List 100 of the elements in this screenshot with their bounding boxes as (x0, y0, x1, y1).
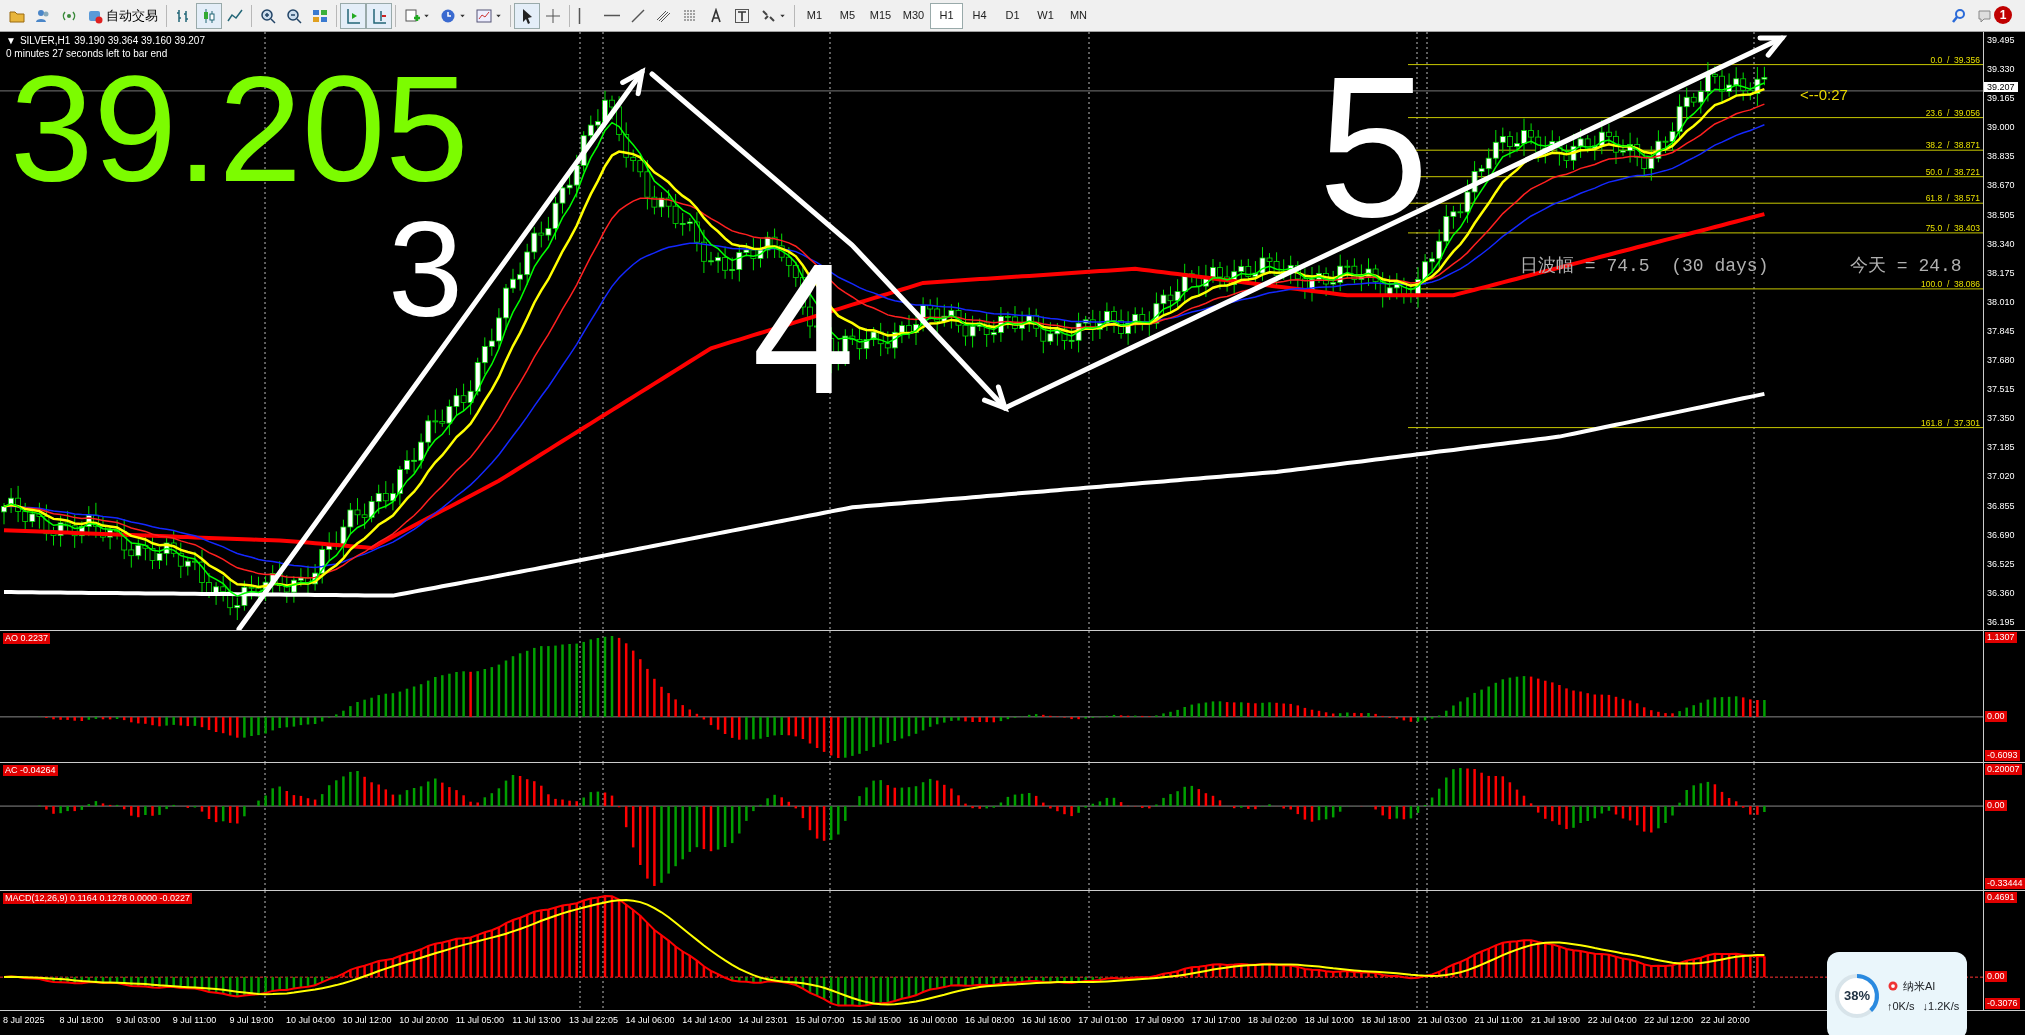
axis-label: 0.00 (1985, 971, 2007, 983)
timeframe-button[interactable]: MN (1062, 2, 1095, 29)
timeframe-button[interactable]: H1 (930, 2, 963, 29)
time-label: 11 Jul 05:00 (455, 1014, 506, 1027)
indicator-label: MACD(12,26,9) 0.1164 0.1278 0.0000 -0.0227 (3, 893, 192, 904)
text-icon (708, 7, 724, 24)
candlestick-icon (201, 7, 217, 24)
time-label: 22 Jul 20:00 (1700, 1014, 1751, 1027)
zoom-in-icon (260, 7, 276, 24)
indicator-label: AC -0.04264 (3, 765, 58, 776)
fibonacci-label: 23.6 / 39.056 (1925, 106, 1980, 120)
auto-trading-button[interactable]: 自动交易 (82, 2, 163, 29)
price-label: 36.360 (1987, 586, 2016, 599)
caret-icon (495, 12, 502, 19)
time-label: 10 Jul 12:00 (342, 1014, 393, 1027)
time-label: 10 Jul 20:00 (399, 1014, 450, 1027)
time-label: 9 Jul 03:00 (116, 1014, 162, 1027)
fibonacci-label: 161.8 / 37.301 (1920, 416, 1980, 430)
clock-icon (440, 7, 456, 24)
current-price-tag: 39.207 (1984, 81, 2018, 92)
candlestick-button[interactable] (196, 2, 222, 29)
price-label: 36.690 (1987, 528, 2016, 541)
time-label: 21 Jul 03:00 (1417, 1014, 1468, 1027)
price-label: 38.340 (1987, 237, 2016, 250)
time-label: 16 Jul 00:00 (908, 1014, 959, 1027)
autoscroll-button[interactable] (366, 2, 392, 29)
price-label: 37.515 (1987, 383, 2016, 396)
time-label: 17 Jul 01:00 (1078, 1014, 1129, 1027)
usage-percent: 38% (1844, 987, 1870, 1006)
timeframe-button[interactable]: D1 (996, 2, 1029, 29)
grid-icon (312, 7, 328, 24)
chart-shift-button[interactable] (340, 2, 366, 29)
time-label: 11 Jul 13:00 (512, 1014, 562, 1027)
autoscroll-icon (371, 7, 387, 24)
notifications-button[interactable]: 1 (1972, 2, 2017, 29)
caret-icon (423, 12, 430, 19)
add-indicator-icon (404, 7, 420, 24)
price-label: 39.330 (1987, 63, 2016, 76)
cursor-button[interactable] (514, 2, 540, 29)
horizontal-line-icon (604, 14, 620, 17)
time-label: 18 Jul 10:00 (1304, 1014, 1355, 1027)
timeframe-button[interactable]: W1 (1029, 2, 1062, 29)
widget-title: 纳米AI (1903, 978, 1936, 994)
fibonacci-label: 75.0 / 38.403 (1925, 221, 1980, 235)
timeframe-button[interactable]: H4 (963, 2, 996, 29)
wave-number: 5 (1318, 47, 1430, 247)
time-label: 9 Jul 11:00 (172, 1014, 218, 1027)
price-label: 39.000 (1987, 121, 2016, 134)
time-label: 17 Jul 17:00 (1191, 1014, 1242, 1027)
today-text: 今天 = 24.8 (1850, 254, 1962, 278)
price-label: 39.165 (1987, 92, 2016, 105)
ohlc-values: 39.190 39.364 39.160 39.207 (74, 34, 205, 47)
time-label: 15 Jul 07:00 (795, 1014, 846, 1027)
axis-label: -0.33444 (1985, 878, 2025, 889)
time-label: 14 Jul 14:00 (682, 1014, 733, 1027)
axis-label: 0.00 (1985, 710, 2007, 722)
app-logo-icon (1887, 979, 1899, 992)
bar-chart-icon (175, 7, 191, 24)
price-label: 37.020 (1987, 470, 2016, 483)
time-label: 14 Jul 06:00 (625, 1014, 676, 1027)
notification-badge: 1 (1994, 5, 2012, 24)
axis-label: 0.20007 (1985, 764, 2022, 775)
price-label: 36.855 (1987, 499, 2016, 512)
time-label: 14 Jul 23:01 (738, 1014, 789, 1027)
price-label: 38.010 (1987, 295, 2016, 308)
time-label: 18 Jul 02:00 (1248, 1014, 1299, 1027)
caret-icon (779, 12, 786, 19)
fibonacci-label: 38.2 / 38.871 (1925, 139, 1980, 152)
axis-label: 0.4691 (1985, 892, 2017, 903)
timeframe-button[interactable]: M1 (798, 2, 831, 29)
chart-symbol: SILVER,H1 (19, 34, 71, 47)
time-label: 21 Jul 19:00 (1531, 1014, 1582, 1027)
crosshair-icon (545, 7, 561, 24)
timeframe-button[interactable]: M15 (864, 2, 897, 29)
collapse-icon[interactable]: ▼ (6, 34, 16, 47)
price-label: 36.195 (1987, 615, 2016, 628)
price-label: 37.185 (1987, 441, 2016, 454)
time-label: 15 Jul 15:00 (851, 1014, 902, 1027)
wave-number: 3 (388, 202, 464, 337)
price-label: 37.680 (1987, 354, 2016, 367)
fibonacci-label: 50.0 / 38.721 (1925, 165, 1980, 179)
download-speed: ↓1.2K/s (1922, 999, 1960, 1014)
zoom-out-icon (286, 7, 302, 24)
price-label: 37.845 (1987, 324, 2016, 337)
price-label: 37.350 (1987, 412, 2016, 425)
time-label: 16 Jul 16:00 (1021, 1014, 1072, 1027)
timeframe-button[interactable]: M5 (831, 2, 864, 29)
timeframe-button[interactable]: M30 (897, 2, 930, 29)
indicator-label: AO 0.2237 (3, 633, 51, 644)
time-label: 8 Jul 18:00 (59, 1014, 105, 1027)
countdown-marker: <--0:27 (1800, 85, 1848, 105)
axis-label: -0.6093 (1985, 750, 2020, 761)
price-label: 38.505 (1987, 208, 2016, 221)
price-label: 38.670 (1987, 179, 2016, 192)
arrows-icon (760, 7, 776, 24)
time-label: 8 Jul 2025 (3, 1014, 46, 1027)
vertical-line-icon (578, 7, 581, 24)
caret-icon (459, 12, 466, 19)
price-label: 38.175 (1987, 266, 2016, 279)
time-label: 16 Jul 08:00 (965, 1014, 1016, 1027)
